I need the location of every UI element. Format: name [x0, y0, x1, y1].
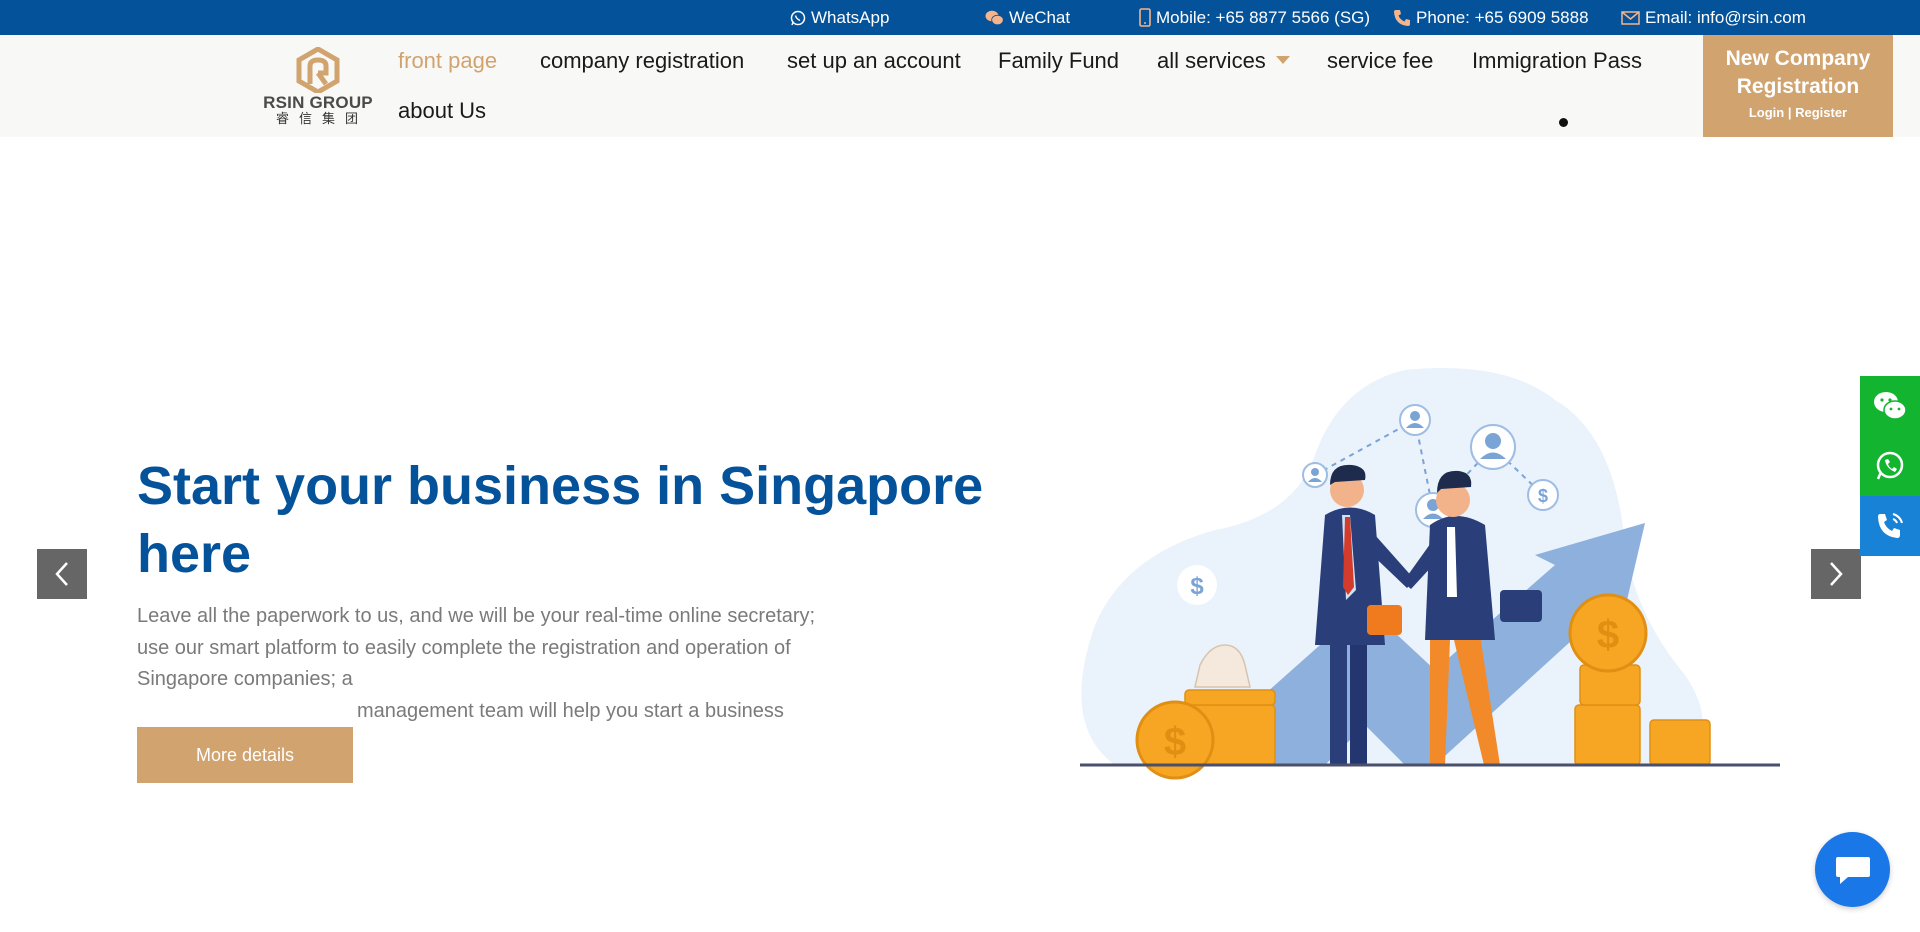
nav-service-fee[interactable]: service fee: [1327, 48, 1433, 74]
live-chat-button[interactable]: [1815, 832, 1890, 907]
hero-desc-line: management team will help you start a bu…: [357, 699, 784, 722]
nav-set-up-account[interactable]: set up an account: [787, 48, 961, 74]
nav-all-services[interactable]: all services: [1157, 48, 1290, 74]
business-handshake-illustration: $ $ $ $: [1080, 368, 1780, 780]
whatsapp-link[interactable]: WhatsApp: [790, 0, 889, 35]
mobile-label: Mobile: +65 8877 5566 (SG): [1156, 7, 1371, 27]
hero-title: Start your business in Singapore here: [137, 456, 984, 584]
site-header: RSIN GROUP 睿信集团 front page company regis…: [0, 35, 1920, 137]
svg-text:$: $: [1164, 720, 1186, 764]
side-wechat-button[interactable]: [1860, 376, 1920, 436]
rsin-logo-mark: [296, 47, 340, 93]
logo-name: RSIN GROUP: [263, 93, 373, 112]
svg-text:$: $: [1190, 573, 1204, 600]
whatsapp-icon: [790, 10, 806, 25]
email-label: Email: info@rsin.com: [1645, 7, 1806, 27]
nav-company-registration[interactable]: company registration: [540, 48, 744, 74]
nav-immigration-pass[interactable]: Immigration Pass: [1472, 48, 1642, 74]
nav-about-us[interactable]: about Us: [398, 98, 486, 124]
cta-login-register[interactable]: Login | Register: [1703, 105, 1893, 120]
mobile-link[interactable]: Mobile: +65 8877 5566 (SG): [1139, 0, 1370, 35]
whatsapp-label: WhatsApp: [811, 7, 890, 27]
more-details-button[interactable]: More details: [137, 727, 353, 783]
nav-front-page[interactable]: front page: [398, 48, 497, 74]
hero-desc-line: Leave all the paperwork to us, and we wi…: [137, 605, 816, 627]
phone-label: Phone: +65 6909 5888: [1416, 7, 1589, 27]
email-icon: [1621, 10, 1640, 25]
email-link[interactable]: Email: info@rsin.com: [1621, 0, 1806, 35]
mobile-phone-icon: [1139, 8, 1151, 27]
nav-all-services-label: all services: [1157, 48, 1266, 73]
phone-call-icon: [1878, 513, 1903, 538]
wechat-label: WeChat: [1009, 7, 1071, 27]
rsin-group-logo[interactable]: RSIN GROUP 睿信集团: [255, 47, 381, 127]
carousel-next-button[interactable]: [1811, 549, 1861, 599]
wechat-link[interactable]: WeChat: [985, 0, 1070, 35]
cta-title: New Company Registration: [1725, 47, 1871, 98]
hero-description: Leave all the paperwork to us, and we wi…: [137, 601, 857, 727]
side-whatsapp-button[interactable]: [1860, 436, 1920, 496]
svg-text:$: $: [1597, 613, 1619, 657]
top-contact-bar: WhatsApp WeChat Mobile: +65 8877 5566 (S…: [0, 0, 1920, 35]
caret-down-icon: [1275, 56, 1290, 64]
nav-family-fund[interactable]: Family Fund: [998, 48, 1119, 74]
hero-desc-line: use our smart platform to easily complet…: [137, 636, 791, 691]
side-phone-button[interactable]: [1860, 496, 1920, 556]
new-company-registration-button[interactable]: New Company Registration Login | Registe…: [1703, 35, 1893, 137]
wechat-icon: [1874, 392, 1907, 420]
whatsapp-icon: [1876, 451, 1904, 480]
chevron-left-icon: [55, 562, 68, 586]
logo-chinese-name: 睿信集团: [275, 111, 368, 126]
nav-indicator-dot: [1559, 118, 1568, 127]
carousel-prev-button[interactable]: [37, 549, 87, 599]
wechat-icon: [985, 10, 1004, 25]
chat-bubble-icon: [1835, 856, 1870, 884]
phone-icon: [1394, 9, 1410, 26]
phone-link[interactable]: Phone: +65 6909 5888: [1393, 0, 1589, 35]
chevron-right-icon: [1830, 562, 1843, 586]
svg-text:$: $: [1538, 486, 1548, 506]
